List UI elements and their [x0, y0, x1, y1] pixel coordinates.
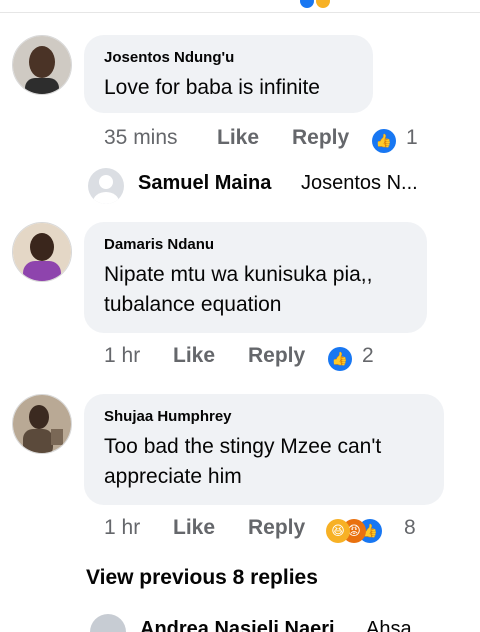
reply-snippet: Josentos N...	[301, 172, 418, 194]
comment-text-line: Too bad the stingy Mzee can't	[104, 435, 382, 458]
avatar-image	[13, 223, 71, 281]
reply-button[interactable]: Reply	[248, 344, 305, 368]
like-button[interactable]: Like	[173, 516, 215, 540]
comment-bubble: Damaris Ndanu Nipate mtu wa kunisuka pia…	[84, 222, 427, 333]
partial-next-reply[interactable]: Andrea Nasieli Naeri Ahsa	[88, 612, 480, 632]
view-previous-replies-link[interactable]: View previous 8 replies	[86, 566, 318, 590]
reply-button[interactable]: Reply	[292, 126, 349, 150]
comment-author[interactable]: Shujaa Humphrey	[104, 408, 232, 425]
comment-bubble: Josentos Ndung'u Love for baba is infini…	[84, 35, 373, 113]
default-avatar-icon	[88, 168, 124, 204]
comment-text-line: tubalance equation	[104, 293, 282, 316]
comment-time[interactable]: 35 mins	[104, 126, 178, 150]
haha-reaction-icon[interactable]: 😆	[326, 519, 350, 543]
reply-author[interactable]: Samuel Maina	[138, 172, 271, 195]
like-reaction-icon[interactable]: 👍	[328, 347, 352, 371]
reaction-count[interactable]: 8	[404, 516, 416, 540]
avatar	[90, 614, 126, 632]
avatar[interactable]	[12, 222, 72, 282]
reaction-count[interactable]: 2	[362, 344, 374, 368]
comment-author[interactable]: Damaris Ndanu	[104, 236, 214, 253]
comment-time[interactable]: 1 hr	[104, 344, 140, 368]
comment-author[interactable]: Josentos Ndung'u	[104, 49, 234, 66]
like-button[interactable]: Like	[217, 126, 259, 150]
nested-reply-preview[interactable]: Samuel Maina Josentos N...	[88, 168, 468, 206]
like-reaction-icon[interactable]: 👍	[372, 129, 396, 153]
comment-actions: 1 hr Like Reply 😆 😡 👍 8	[104, 516, 434, 546]
comment-bubble: Shujaa Humphrey Too bad the stingy Mzee …	[84, 394, 444, 505]
previous-comment-edge	[0, 0, 480, 13]
avatar[interactable]	[12, 35, 72, 95]
comment-text-line: appreciate him	[104, 465, 242, 488]
avatar-image	[13, 395, 71, 453]
reaction-count[interactable]: 1	[406, 126, 418, 150]
avatar[interactable]	[12, 394, 72, 454]
comment-actions: 35 mins Like Reply 👍 1	[104, 126, 434, 156]
like-button[interactable]: Like	[173, 344, 215, 368]
comment-text-line: Nipate mtu wa kunisuka pia,,	[104, 263, 373, 286]
partial-reactions	[300, 0, 330, 8]
avatar-image	[13, 36, 71, 94]
comment-text: Love for baba is infinite	[104, 76, 320, 99]
comment-time[interactable]: 1 hr	[104, 516, 140, 540]
comment-actions: 1 hr Like Reply 👍 2	[104, 344, 434, 374]
reply-button[interactable]: Reply	[248, 516, 305, 540]
